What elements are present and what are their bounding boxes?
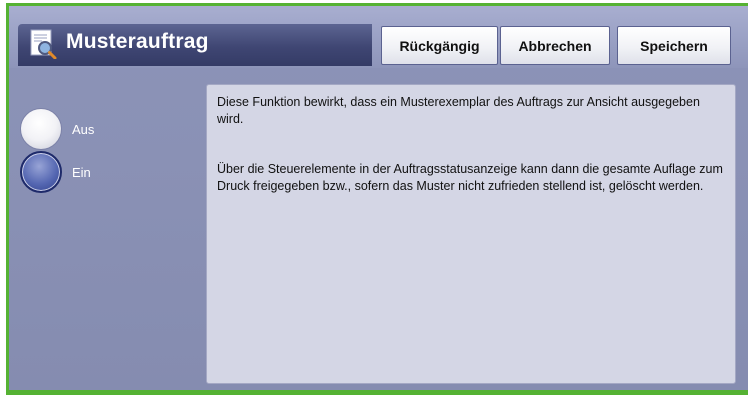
description-panel: Diese Funktion bewirkt, dass ein Mustere… [206, 84, 736, 384]
description-paragraph: Über die Steuerelemente in der Auftragss… [217, 162, 723, 193]
frame-border-bottom [6, 390, 748, 395]
option-label: Ein [72, 164, 91, 180]
radio-button-on[interactable] [20, 151, 62, 193]
device-frame: Musterauftrag Rückgängig Abbrechen Speic… [0, 0, 748, 395]
document-magnifier-icon [30, 29, 57, 60]
save-button[interactable]: Speichern [617, 26, 731, 65]
cancel-button[interactable]: Abbrechen [500, 26, 610, 65]
radio-button-off[interactable] [20, 108, 62, 150]
option-label: Aus [72, 121, 95, 137]
description-paragraph: Diese Funktion bewirkt, dass ein Mustere… [217, 95, 700, 126]
option-ein[interactable]: Ein [20, 151, 91, 193]
page-title: Musterauftrag [66, 30, 209, 53]
option-aus[interactable]: Aus [20, 108, 94, 150]
undo-button[interactable]: Rückgängig [381, 26, 498, 65]
